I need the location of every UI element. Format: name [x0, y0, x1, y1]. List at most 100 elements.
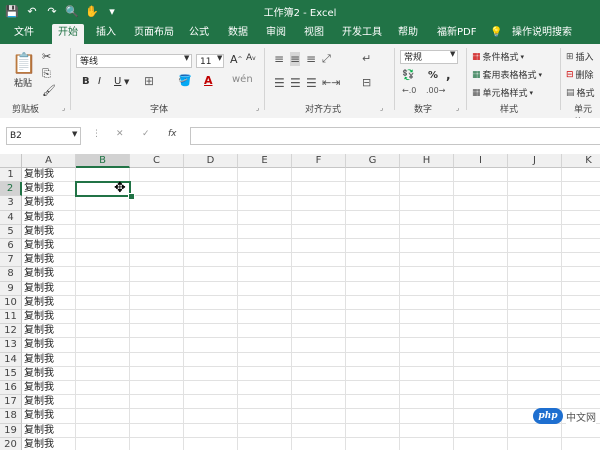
cell-b12[interactable] [76, 324, 130, 339]
cell-b10[interactable] [76, 295, 130, 310]
cell-c14[interactable] [130, 352, 184, 367]
currency-icon[interactable]: 💱 [402, 70, 414, 81]
cell-k16[interactable] [562, 381, 600, 396]
format-cells-button[interactable]: ▤ 格式 [566, 86, 595, 100]
cell-f8[interactable] [292, 267, 346, 282]
cell-k19[interactable] [562, 424, 600, 438]
cell-h2[interactable] [400, 182, 454, 197]
cell-c8[interactable] [130, 267, 184, 282]
row-header-13[interactable]: 13 [0, 338, 22, 353]
cell-h1[interactable] [400, 168, 454, 183]
cell-c9[interactable] [130, 281, 184, 296]
column-header-d[interactable]: D [184, 154, 238, 168]
cell-c15[interactable] [130, 366, 184, 381]
cell-j2[interactable] [508, 182, 562, 197]
row-header-14[interactable]: 14 [0, 352, 22, 367]
cell-g9[interactable] [346, 281, 400, 296]
cell-f20[interactable] [292, 437, 346, 450]
row-header-4[interactable]: 4 [0, 210, 22, 225]
shrink-font-icon[interactable]: Av [246, 53, 256, 63]
cell-f1[interactable] [292, 168, 346, 183]
cell-d13[interactable] [184, 338, 238, 353]
cell-a10[interactable]: 复制我 [22, 295, 76, 310]
number-launcher-icon[interactable]: ⌟ [456, 104, 459, 112]
cell-c12[interactable] [130, 324, 184, 339]
cell-f16[interactable] [292, 381, 346, 396]
cell-k6[interactable] [562, 239, 600, 254]
delete-cells-button[interactable]: ⊟ 删除 [566, 68, 594, 82]
cell-b9[interactable] [76, 281, 130, 296]
cell-a11[interactable]: 复制我 [22, 310, 76, 325]
cell-h18[interactable] [400, 409, 454, 424]
cell-g16[interactable] [346, 381, 400, 396]
cell-c7[interactable] [130, 253, 184, 268]
conditional-formatting-button[interactable]: ▦ 条件格式 ▾ [472, 50, 524, 64]
cell-e13[interactable] [238, 338, 292, 353]
cell-a20[interactable]: 复制我 [22, 437, 76, 450]
cell-e2[interactable] [238, 182, 292, 197]
cell-a18[interactable]: 复制我 [22, 409, 76, 424]
underline-button[interactable]: U [114, 76, 121, 87]
cell-f7[interactable] [292, 253, 346, 268]
row-header-9[interactable]: 9 [0, 281, 22, 296]
cell-k12[interactable] [562, 324, 600, 339]
column-header-j[interactable]: J [508, 154, 562, 168]
cell-i13[interactable] [454, 338, 508, 353]
tab-home[interactable]: 开始 [52, 24, 84, 44]
tab-developer[interactable]: 开发工具 [342, 26, 382, 44]
cell-d3[interactable] [184, 196, 238, 211]
cell-f2[interactable] [292, 182, 346, 197]
cell-i4[interactable] [454, 210, 508, 225]
chevron-down-icon[interactable]: ▼ [450, 50, 455, 58]
cell-j9[interactable] [508, 281, 562, 296]
cut-icon[interactable]: ✂ [42, 50, 51, 63]
cell-g5[interactable] [346, 224, 400, 239]
align-middle-icon[interactable]: ≡ [290, 52, 301, 66]
cell-h3[interactable] [400, 196, 454, 211]
cell-j6[interactable] [508, 239, 562, 254]
cell-styles-button[interactable]: ▦ 单元格样式 ▾ [472, 86, 533, 100]
worksheet-grid[interactable]: A B C D E F G H I J K 1 复制我 2 复制我 3 复制我 4 复制我 5 复制我 6 复制我 7 复制我 8… [0, 154, 600, 450]
cell-i15[interactable] [454, 366, 508, 381]
cell-k4[interactable] [562, 211, 600, 225]
align-bottom-icon[interactable]: ≡ [306, 52, 316, 66]
cell-k10[interactable] [562, 296, 600, 310]
chevron-down-icon[interactable]: ▼ [124, 78, 129, 86]
column-header-f[interactable]: F [292, 154, 346, 168]
grow-font-icon[interactable]: A ^ [230, 53, 243, 66]
tab-help[interactable]: 帮助 [398, 26, 418, 44]
cell-k20[interactable] [562, 438, 600, 450]
cell-k13[interactable] [562, 338, 600, 353]
cell-j14[interactable] [508, 352, 562, 367]
cell-g8[interactable] [346, 267, 400, 282]
row-header-8[interactable]: 8 [0, 267, 22, 282]
cell-g1[interactable] [346, 168, 400, 183]
cell-f13[interactable] [292, 338, 346, 353]
cell-d19[interactable] [184, 423, 238, 438]
tab-file[interactable]: 文件 [14, 26, 34, 44]
cell-i5[interactable] [454, 224, 508, 239]
borders-icon[interactable]: ⊞ [144, 74, 154, 88]
cell-c5[interactable] [130, 224, 184, 239]
column-header-k[interactable]: K [562, 154, 600, 168]
cell-d6[interactable] [184, 239, 238, 254]
cell-a1[interactable]: 复制我 [22, 168, 76, 183]
cell-h14[interactable] [400, 352, 454, 367]
indent-icon[interactable]: ⇤⇥ [322, 76, 340, 89]
cell-i20[interactable] [454, 437, 508, 450]
cell-h19[interactable] [400, 423, 454, 438]
cell-g3[interactable] [346, 196, 400, 211]
row-header-6[interactable]: 6 [0, 239, 22, 254]
cell-f12[interactable] [292, 324, 346, 339]
align-center-icon[interactable]: ☰ [290, 76, 301, 90]
cell-d12[interactable] [184, 324, 238, 339]
cell-h8[interactable] [400, 267, 454, 282]
cell-h16[interactable] [400, 381, 454, 396]
cancel-icon[interactable]: ✕ [116, 129, 124, 139]
cell-d18[interactable] [184, 409, 238, 424]
cell-i19[interactable] [454, 423, 508, 438]
column-header-e[interactable]: E [238, 154, 292, 168]
decrease-decimal-icon[interactable]: .00→ [426, 86, 445, 95]
cell-d7[interactable] [184, 253, 238, 268]
cell-e20[interactable] [238, 437, 292, 450]
